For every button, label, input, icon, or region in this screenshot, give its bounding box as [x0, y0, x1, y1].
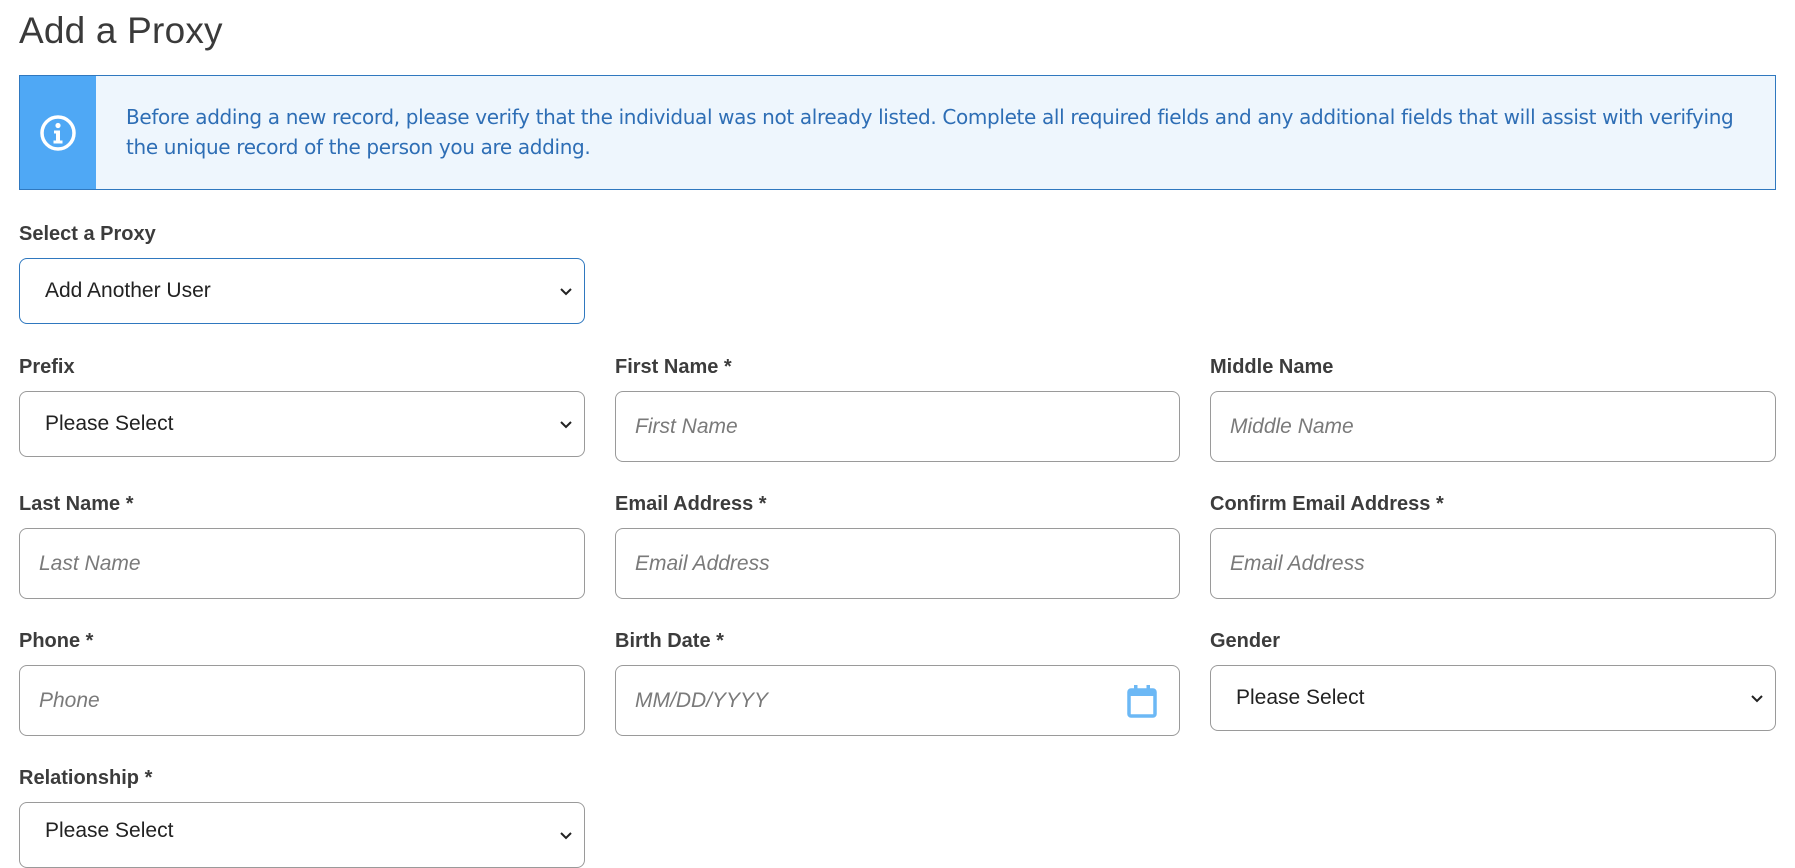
confirm-email-placeholder: Email Address — [1230, 551, 1365, 575]
prefix-label: Prefix — [19, 356, 75, 378]
info-alert: Before adding a new record, please verif… — [19, 75, 1776, 190]
first-name-label: First Name * — [615, 356, 732, 378]
select-proxy-dropdown[interactable]: Add Another User — [19, 258, 585, 324]
email-input[interactable]: Email Address — [615, 528, 1180, 599]
gender-value: Please Select — [1236, 686, 1365, 709]
phone-input[interactable]: Phone — [19, 665, 585, 736]
info-alert-band — [20, 76, 96, 189]
middle-name-label: Middle Name — [1210, 356, 1334, 378]
confirm-email-label: Confirm Email Address * — [1210, 493, 1444, 515]
relationship-value: Please Select — [45, 819, 174, 842]
first-name-input[interactable]: First Name — [615, 391, 1180, 462]
info-circle-icon — [40, 114, 76, 151]
email-placeholder: Email Address — [635, 551, 770, 575]
birth-date-placeholder: MM/DD/YYYY — [635, 688, 769, 712]
relationship-dropdown[interactable]: Please Select — [19, 802, 585, 868]
last-name-input[interactable]: Last Name — [19, 528, 585, 599]
info-alert-message: Before adding a new record, please verif… — [126, 105, 1734, 159]
phone-placeholder: Phone — [39, 688, 100, 712]
gender-label: Gender — [1210, 630, 1281, 652]
chevron-down-icon — [560, 288, 572, 296]
select-proxy-label: Select a Proxy — [19, 223, 156, 245]
last-name-label: Last Name * — [19, 493, 134, 515]
birth-date-input[interactable]: MM/DD/YYYY — [615, 665, 1180, 736]
birth-date-label: Birth Date * — [615, 630, 724, 652]
chevron-down-icon — [560, 832, 572, 840]
middle-name-input[interactable]: Middle Name — [1210, 391, 1776, 462]
confirm-email-input[interactable]: Email Address — [1210, 528, 1776, 599]
gender-dropdown[interactable]: Please Select — [1210, 665, 1776, 731]
prefix-value: Please Select — [45, 412, 174, 435]
middle-name-placeholder: Middle Name — [1230, 414, 1354, 438]
email-label: Email Address * — [615, 493, 767, 515]
calendar-icon[interactable] — [1127, 684, 1157, 718]
last-name-placeholder: Last Name — [39, 551, 141, 575]
page-title: Add a Proxy — [19, 10, 223, 51]
first-name-placeholder: First Name — [635, 414, 738, 438]
chevron-down-icon — [560, 421, 572, 429]
phone-label: Phone * — [19, 630, 94, 652]
prefix-dropdown[interactable]: Please Select — [19, 391, 585, 457]
select-proxy-value: Add Another User — [45, 279, 211, 302]
relationship-label: Relationship * — [19, 767, 153, 789]
chevron-down-icon — [1751, 695, 1763, 703]
